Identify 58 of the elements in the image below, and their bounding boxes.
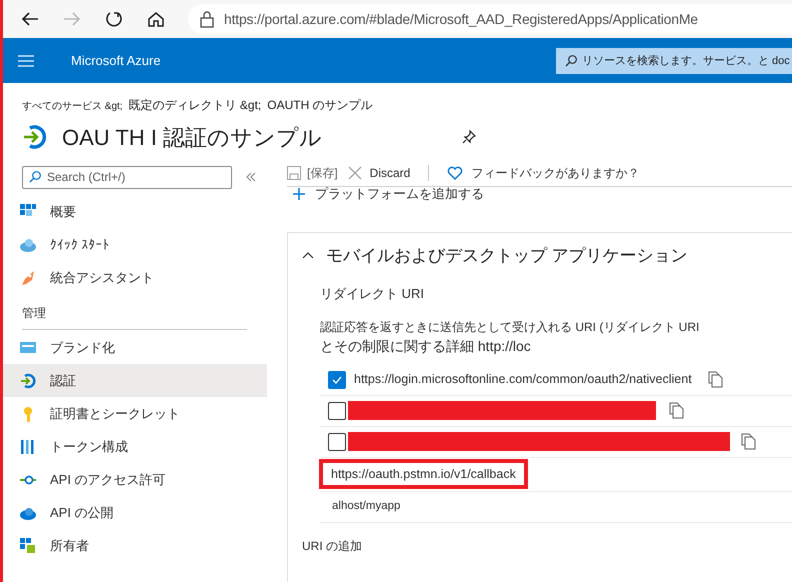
search-icon xyxy=(565,54,577,66)
sign-in-icon xyxy=(22,124,48,150)
panel-header[interactable]: モバイルおよびデスクトップ アプリケーション xyxy=(302,242,688,268)
breadcrumb-link[interactable]: 既定のディレクトリ &gt; xyxy=(128,96,262,114)
sidebar-item[interactable]: ブランド化 xyxy=(0,331,267,364)
copy-icon[interactable] xyxy=(741,433,756,450)
heart-icon xyxy=(447,166,464,180)
search-icon xyxy=(29,171,41,183)
app-title: Microsoft Azure xyxy=(71,52,161,70)
breadcrumb-link[interactable]: OAUTH のサンプル xyxy=(267,96,373,114)
save-icon xyxy=(287,166,301,180)
add-uri-link[interactable]: URI の追加 xyxy=(302,536,362,554)
uri-text: https://oauth.pstmn.io/v1/callback xyxy=(319,458,528,490)
copy-icon[interactable] xyxy=(669,402,684,419)
check-icon xyxy=(332,376,342,384)
checkbox[interactable] xyxy=(328,432,346,450)
sidebar-item[interactable]: 所有者 xyxy=(0,529,267,562)
sign-in-icon xyxy=(20,372,36,388)
checkbox[interactable] xyxy=(328,402,346,420)
uri-text: alhost/myapp xyxy=(332,498,400,514)
lock-icon xyxy=(200,10,214,28)
menu-icon[interactable] xyxy=(18,54,34,66)
section-heading: 管理 xyxy=(21,305,47,322)
sidebar-item[interactable]: API の公開 xyxy=(0,496,267,529)
save-button[interactable]: [保存] xyxy=(287,164,338,182)
home-icon[interactable] xyxy=(146,9,166,29)
sidebar-item[interactable]: ｸｲｯｸ ｽﾀｰﾄ xyxy=(0,228,267,261)
card-icon xyxy=(20,340,36,356)
sidebar-item[interactable]: トークン構成 xyxy=(0,430,267,463)
sidebar-item[interactable]: API のアクセス許可 xyxy=(0,463,267,496)
close-icon xyxy=(348,166,362,180)
address-bar[interactable]: https://portal.azure.com/#blade/Microsoft_AAD_RegisteredApps/ApplicationMe xyxy=(188,4,792,34)
copy-icon[interactable] xyxy=(708,371,723,388)
checkbox[interactable] xyxy=(328,370,346,388)
plus-icon xyxy=(293,188,305,200)
collapse-icon[interactable] xyxy=(246,172,256,182)
grid-icon xyxy=(20,538,36,554)
sidebar-item[interactable]: 証明書とシークレット xyxy=(0,397,267,430)
description-text: 認証応答を返すときに送信先として受け入れる URI (リダイレクト URI xyxy=(320,318,700,336)
rocket-icon xyxy=(20,270,36,286)
discard-button[interactable]: Discard xyxy=(348,164,410,182)
chevron-up-icon xyxy=(302,251,314,260)
page-title: OAU TH I 認証のサンプル xyxy=(62,124,322,152)
sidebar-item[interactable]: 認証 xyxy=(0,364,267,397)
search-field[interactable]: Search (Ctrl+/) xyxy=(22,166,232,188)
sidebar-item[interactable]: 概要 xyxy=(0,195,267,228)
add-platform-button[interactable]: プラットフォームを追加する xyxy=(287,184,484,204)
cloud-icon xyxy=(20,236,36,252)
pin-icon[interactable] xyxy=(462,130,476,144)
section-label: リダイレクト URI xyxy=(320,285,425,303)
bars-icon xyxy=(20,438,36,454)
breadcrumb-link[interactable]: すべてのサービス &gt; xyxy=(22,99,123,114)
reload-icon[interactable] xyxy=(104,9,124,29)
sidebar-item[interactable]: 統合アシスタント xyxy=(0,261,267,294)
feedback-button[interactable]: フィードバックがありますか？ xyxy=(447,164,640,182)
description-text: とその制限に関する詳細 http://loc xyxy=(320,336,532,356)
uri-text: https://login.microsoftonline.com/common/oauth2/nativeclient xyxy=(354,371,692,388)
search-field[interactable]: リソースを検索します。サービス。と doc xyxy=(556,48,792,74)
